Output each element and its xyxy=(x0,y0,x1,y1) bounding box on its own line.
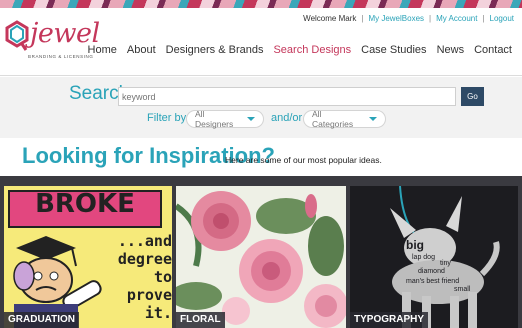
typography-word: diamond xyxy=(418,268,445,275)
separator: | xyxy=(429,14,432,23)
floral-illustration-icon xyxy=(176,191,346,328)
card-headline: BROKE xyxy=(35,189,135,219)
categories-select[interactable]: All Categories xyxy=(303,109,386,129)
chevron-down-icon xyxy=(369,117,377,121)
andor-label: and/or xyxy=(271,112,303,124)
go-button[interactable]: Go xyxy=(461,87,484,106)
nav-designers-brands[interactable]: Designers & Brands xyxy=(166,44,264,56)
nav-home[interactable]: Home xyxy=(88,44,117,56)
site-header: jewel BRANDING & LICENSING Welcome Mark … xyxy=(0,8,522,76)
gallery-card-floral[interactable]: FLORAL xyxy=(176,186,346,328)
designers-select[interactable]: All Designers xyxy=(186,109,264,129)
my-account-link[interactable]: My Account xyxy=(436,14,477,23)
separator: | xyxy=(361,14,364,23)
card-body-text: ...and degree to prove it. xyxy=(117,232,172,322)
logout-link[interactable]: Logout xyxy=(490,14,514,23)
brand-tagline: BRANDING & LICENSING xyxy=(28,54,94,59)
typography-word: man's best friend xyxy=(406,278,460,285)
gallery-card-graduation[interactable]: BROKE ...and degree to prove it. GRADUAT… xyxy=(4,186,172,328)
nav-about[interactable]: About xyxy=(127,44,156,56)
inspiration-gallery: BROKE ...and degree to prove it. GRADUAT… xyxy=(0,176,522,328)
nav-search-designs[interactable]: Search Designs xyxy=(273,44,351,56)
typography-word: lap dog xyxy=(412,254,435,261)
separator: | xyxy=(482,14,485,23)
nav-contact[interactable]: Contact xyxy=(474,44,512,56)
main-nav: Home About Designers & Brands Search Des… xyxy=(88,44,512,56)
nav-news[interactable]: News xyxy=(437,44,465,56)
search-bar: Search Go Filter by All Designers and/or… xyxy=(0,77,522,138)
gallery-card-typography[interactable]: big diamond man's best friend lap dog sm… xyxy=(350,186,518,328)
typography-word: tiny xyxy=(440,260,451,267)
jewel-logo-icon xyxy=(5,20,29,51)
card-label: TYPOGRAPHY xyxy=(350,312,429,328)
card-label: GRADUATION xyxy=(4,312,80,328)
card-label: FLORAL xyxy=(176,312,225,328)
nav-case-studies[interactable]: Case Studies xyxy=(361,44,426,56)
brand-logo[interactable]: jewel BRANDING & LICENSING xyxy=(4,16,100,72)
typography-word: big xyxy=(406,238,424,252)
designers-select-value: All Designers xyxy=(195,109,234,129)
welcome-text: Welcome Mark xyxy=(303,14,357,23)
typography-word: small xyxy=(454,286,471,293)
my-jewelboxes-link[interactable]: My JewelBoxes xyxy=(368,14,424,23)
chevron-down-icon xyxy=(247,117,255,121)
filter-label: Filter by xyxy=(147,112,187,124)
utility-nav: Welcome Mark | My JewelBoxes | My Accoun… xyxy=(303,14,514,23)
categories-select-value: All Categories xyxy=(312,109,354,129)
inspiration-subtitle: Here are some of our most popular ideas. xyxy=(225,155,382,165)
top-decorative-band xyxy=(0,0,522,8)
keyword-search-input[interactable] xyxy=(118,87,456,106)
